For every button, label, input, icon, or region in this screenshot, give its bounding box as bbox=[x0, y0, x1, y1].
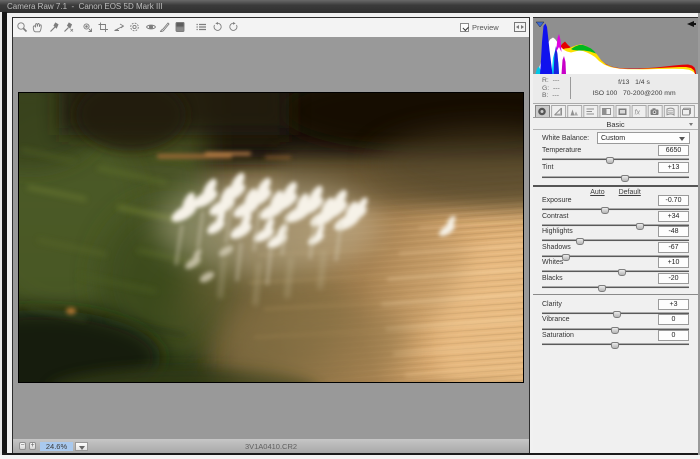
svg-text:fx: fx bbox=[635, 110, 641, 117]
